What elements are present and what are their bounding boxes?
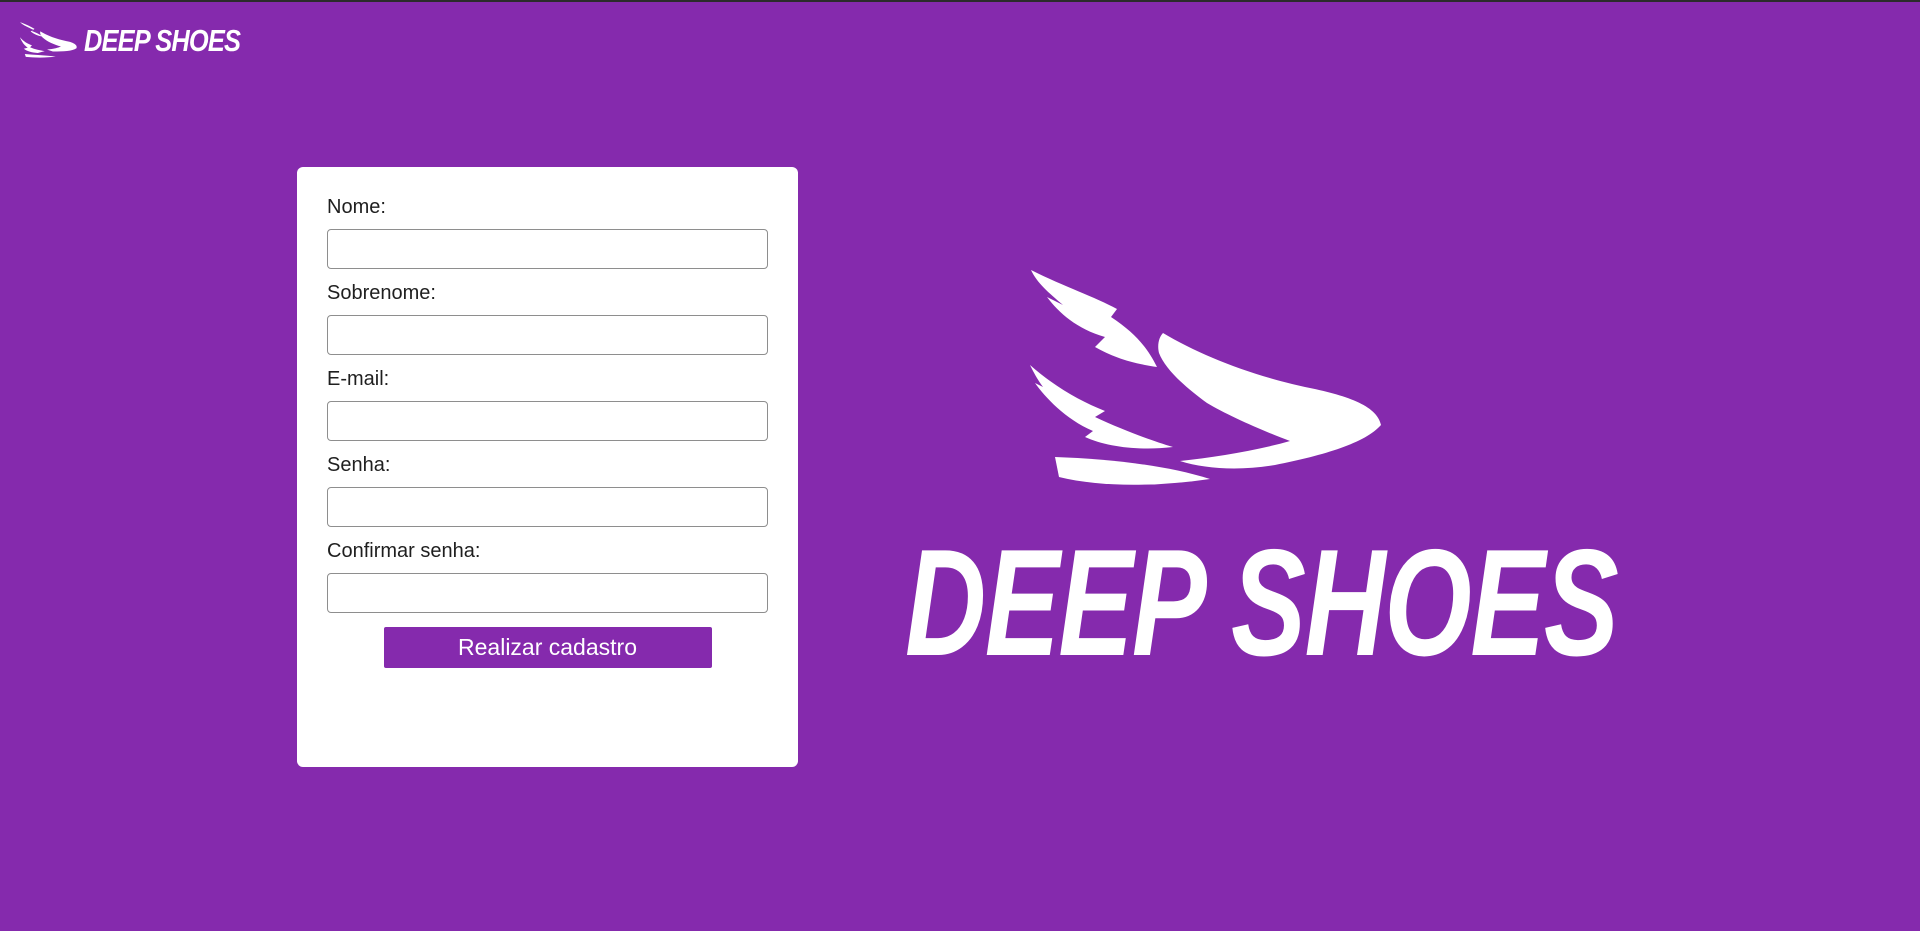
hero-logo: DEEP SHOES (905, 265, 1619, 679)
hero-logo-text: DEEP SHOES (905, 518, 1619, 688)
name-field-group: Nome: (327, 195, 768, 269)
surname-input[interactable] (327, 315, 768, 355)
password-input[interactable] (327, 487, 768, 527)
password-label: Senha: (327, 454, 391, 476)
confirm-password-label: Confirmar senha: (327, 540, 481, 562)
submit-wrapper: Realizar cadastro (327, 627, 768, 668)
confirm-password-input[interactable] (327, 573, 768, 613)
email-field-group: E-mail: (327, 367, 768, 441)
email-input[interactable] (327, 401, 768, 441)
winged-shoe-icon (1025, 265, 1405, 500)
name-input[interactable] (327, 229, 768, 269)
name-label: Nome: (327, 196, 386, 218)
header-logo[interactable]: DEEP SHOES (20, 22, 274, 58)
register-button[interactable]: Realizar cadastro (383, 627, 712, 668)
email-label: E-mail: (327, 368, 390, 390)
password-field-group: Senha: (327, 453, 768, 527)
registration-form: Nome: Sobrenome: E-mail: Senha: Confirma… (297, 167, 798, 767)
surname-label: Sobrenome: (327, 282, 436, 304)
surname-field-group: Sobrenome: (327, 281, 768, 355)
header-logo-text: DEEP SHOES (84, 22, 241, 58)
confirm-password-field-group: Confirmar senha: (327, 539, 768, 613)
winged-shoe-icon (20, 22, 78, 58)
top-border (0, 0, 1920, 2)
